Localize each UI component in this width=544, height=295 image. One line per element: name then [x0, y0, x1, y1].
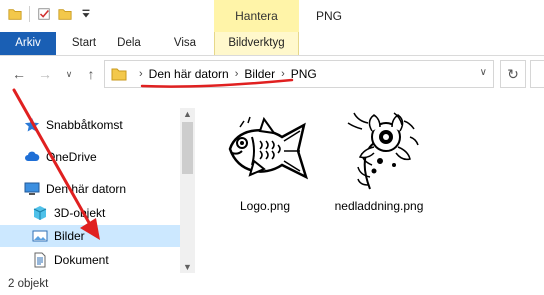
tab-bildverktyg[interactable]: Bildverktyg: [214, 32, 299, 55]
scroll-down-icon[interactable]: ▼: [180, 261, 195, 273]
recent-locations-chevron-icon[interactable]: ∨: [60, 64, 78, 84]
refresh-icon[interactable]: ↻: [500, 60, 526, 88]
sidebar-item-label: 3D-objekt: [54, 206, 106, 220]
customize-quick-access-icon[interactable]: [79, 7, 93, 21]
file-item-nedladdning[interactable]: nedladdning.png: [324, 107, 434, 223]
search-input[interactable]: [530, 60, 544, 88]
checkmark-properties-icon[interactable]: [37, 7, 51, 21]
sidebar-item-dokument[interactable]: Dokument: [0, 249, 180, 271]
cube-icon: [33, 206, 47, 220]
back-arrow-icon[interactable]: ←: [10, 64, 28, 84]
breadcrumb-item[interactable]: Bilder: [244, 67, 275, 81]
scrollbar-thumb[interactable]: [182, 122, 193, 174]
status-bar: 2 objekt: [0, 273, 544, 295]
breadcrumb-chevron-icon[interactable]: ›: [133, 68, 149, 80]
breadcrumb-item[interactable]: Den här datorn: [149, 67, 229, 81]
toolbar-separator: [29, 6, 30, 22]
sidebar-item-label: Snabbåtkomst: [46, 118, 123, 132]
breadcrumb: › Den här datorn › Bilder › PNG: [133, 61, 317, 87]
tab-dela[interactable]: Dela: [114, 32, 144, 55]
file-name: Logo.png: [239, 199, 291, 213]
sidebar-item-label: Bilder: [54, 229, 85, 243]
sidebar-item-label: OneDrive: [46, 150, 97, 164]
title-bar: Hantera PNG: [0, 0, 544, 32]
address-dropdown-icon[interactable]: ∨: [480, 67, 487, 78]
quick-access-toolbar: [8, 6, 93, 22]
flower-drawing-thumbnail: [334, 107, 424, 193]
sidebar-item-bilder[interactable]: Bilder: [0, 225, 180, 247]
forward-arrow-icon[interactable]: →: [36, 64, 54, 84]
new-folder-icon[interactable]: [58, 7, 72, 21]
sidebar-item-3d-objekt[interactable]: 3D-objekt: [0, 202, 180, 224]
file-list: Logo.png nedladdning.png: [196, 93, 544, 273]
folder-icon[interactable]: [8, 7, 22, 21]
breadcrumb-chevron-icon[interactable]: ›: [229, 68, 245, 80]
sidebar-item-label: Den här datorn: [46, 182, 127, 196]
sidebar-item-label: Dokument: [54, 253, 109, 267]
file-name: nedladdning.png: [334, 199, 424, 213]
file-item-logo[interactable]: Logo.png: [210, 107, 320, 223]
scroll-up-icon[interactable]: ▲: [180, 108, 195, 120]
navigation-pane: Snabbåtkomst OneDrive Den här datorn 3D-…: [0, 108, 196, 273]
breadcrumb-item[interactable]: PNG: [291, 67, 317, 81]
sidebar-item-snabbatkomst[interactable]: Snabbåtkomst: [0, 114, 180, 136]
tab-arkiv[interactable]: Arkiv: [0, 32, 56, 55]
item-count: 2 objekt: [8, 278, 49, 290]
window-title: PNG: [316, 9, 343, 23]
breadcrumb-chevron-icon[interactable]: ›: [275, 68, 291, 80]
document-icon: [34, 252, 46, 268]
up-arrow-icon[interactable]: ↑: [82, 64, 100, 84]
sidebar-item-onedrive[interactable]: OneDrive: [0, 146, 180, 168]
context-tab-group-label: Hantera: [214, 0, 299, 32]
computer-icon: [24, 182, 40, 195]
fish-drawing-thumbnail: [220, 107, 310, 193]
address-bar[interactable]: › Den här datorn › Bilder › PNG ∨: [104, 60, 494, 88]
sidebar-item-den-har-datorn[interactable]: Den här datorn: [0, 178, 180, 200]
pictures-icon: [32, 230, 48, 242]
tab-start[interactable]: Start: [64, 32, 104, 55]
ribbon-tabs: Arkiv Start Dela Visa Bildverktyg: [0, 32, 544, 56]
folder-icon: [111, 68, 127, 81]
cloud-icon: [25, 151, 40, 161]
tab-visa[interactable]: Visa: [168, 32, 202, 55]
navigation-pane-scrollbar[interactable]: ▲ ▼: [180, 108, 195, 273]
star-icon: [24, 118, 40, 132]
